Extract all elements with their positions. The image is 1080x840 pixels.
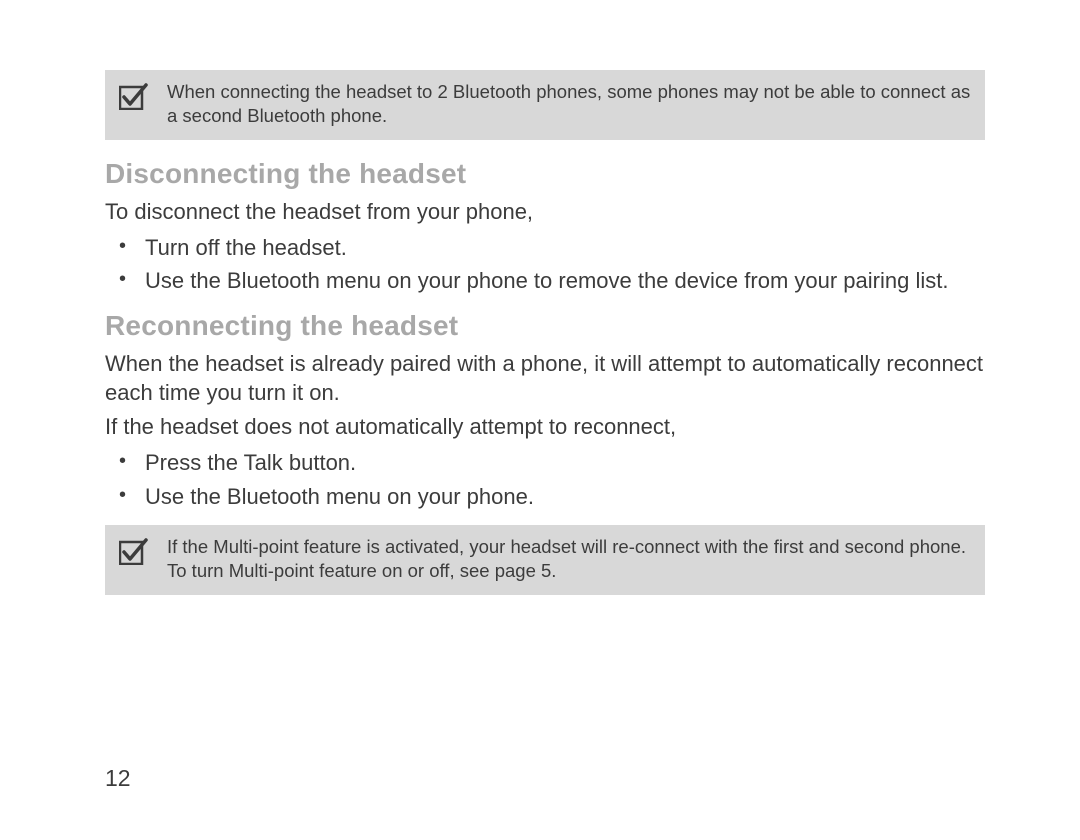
checkbox-icon <box>119 537 149 565</box>
para2-reconnecting: If the headset does not automatically at… <box>105 413 985 442</box>
intro-disconnecting: To disconnect the headset from your phon… <box>105 198 985 227</box>
para1-reconnecting: When the headset is already paired with … <box>105 350 985 407</box>
list-item: Use the Bluetooth menu on your phone. <box>105 482 985 512</box>
note-box-bottom: If the Multi-point feature is activated,… <box>105 525 985 595</box>
section-reconnecting: Reconnecting the headset When the headse… <box>105 310 985 511</box>
bullets-reconnecting: Press the Talk button. Use the Bluetooth… <box>105 448 985 511</box>
note-text-bottom: If the Multi-point feature is activated,… <box>167 535 971 583</box>
list-item: Turn off the headset. <box>105 233 985 263</box>
list-item: Use the Bluetooth menu on your phone to … <box>105 266 985 296</box>
bullets-disconnecting: Turn off the headset. Use the Bluetooth … <box>105 233 985 296</box>
heading-reconnecting: Reconnecting the headset <box>105 310 985 342</box>
page-number: 12 <box>105 765 131 792</box>
list-item: Press the Talk button. <box>105 448 985 478</box>
document-page: When connecting the headset to 2 Bluetoo… <box>0 0 1080 595</box>
heading-disconnecting: Disconnecting the headset <box>105 158 985 190</box>
note-box-top: When connecting the headset to 2 Bluetoo… <box>105 70 985 140</box>
note-text-top: When connecting the headset to 2 Bluetoo… <box>167 80 971 128</box>
checkbox-icon <box>119 82 149 110</box>
section-disconnecting: Disconnecting the headset To disconnect … <box>105 158 985 296</box>
